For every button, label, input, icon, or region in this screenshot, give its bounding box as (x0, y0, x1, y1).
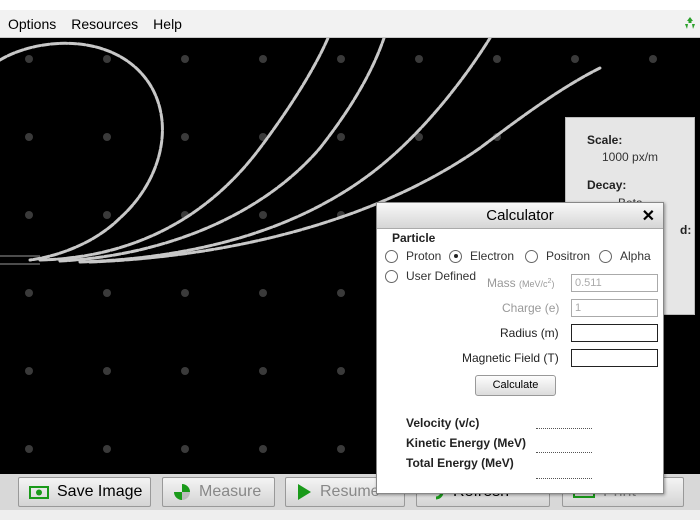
magnetic-field-input[interactable] (571, 349, 658, 367)
velocity-output (536, 425, 592, 429)
menu-options[interactable]: Options (0, 10, 63, 38)
play-icon (298, 484, 311, 500)
grid-dot (259, 55, 267, 63)
grid-dot (103, 133, 111, 141)
radius-input[interactable] (571, 324, 658, 342)
scale-label: Scale: (587, 133, 623, 147)
measure-icon (174, 484, 190, 500)
kinetic-energy-label: Kinetic Energy (MeV) (406, 436, 527, 450)
menu-resources[interactable]: Resources (63, 10, 145, 38)
radio-circle (385, 249, 398, 263)
track-1 (38, 38, 330, 262)
grid-dot (259, 445, 267, 453)
radio-alpha[interactable]: Alpha (599, 249, 651, 263)
grid-dot (25, 445, 33, 453)
radio-proton-label: Proton (406, 249, 442, 263)
grid-dot (25, 367, 33, 375)
partial-label: d: (680, 223, 692, 237)
grid-dot (571, 55, 579, 63)
radio-alpha-label: Alpha (620, 249, 651, 263)
grid-dot (337, 367, 345, 375)
radio-positron-label: Positron (546, 249, 591, 263)
particle-heading: Particle (392, 231, 436, 245)
radio-user-defined-label: User Defined (406, 269, 477, 283)
total-energy-output (536, 475, 592, 479)
save-image-button[interactable]: Save Image (18, 477, 151, 507)
radio-proton[interactable]: Proton (385, 249, 441, 263)
calculator-title: Calculator (486, 207, 554, 224)
scale-value: 1000 px/m (602, 150, 659, 164)
grid-dot (25, 133, 33, 141)
radio-electron[interactable]: Electron (449, 249, 514, 263)
measure-label: Measure (199, 483, 262, 500)
grid-dot (337, 55, 345, 63)
grid-dot (25, 289, 33, 297)
window-top-strip (0, 0, 700, 10)
magnetic-field-label: Magnetic Field (T) (462, 351, 559, 365)
radius-label: Radius (m) (500, 326, 559, 340)
grid-dot (259, 211, 267, 219)
mass-input[interactable] (571, 274, 658, 292)
calculator-dialog: Calculator ✕ Particle Proton Electron Po… (376, 202, 664, 494)
calculate-button[interactable]: Calculate (475, 375, 556, 396)
radio-user-defined[interactable]: User Defined (385, 269, 476, 283)
menu-help[interactable]: Help (145, 10, 189, 38)
grid-dot (103, 445, 111, 453)
track-curl (0, 41, 164, 262)
charge-label: Charge (e) (502, 301, 560, 315)
radio-circle (385, 269, 398, 283)
grid-dot (181, 367, 189, 375)
radio-circle (599, 249, 612, 263)
mass-label: Mass (MeV/c2) (487, 276, 555, 290)
total-energy-label: Total Energy (MeV) (406, 456, 514, 470)
radio-electron-label: Electron (470, 249, 515, 263)
grid-dot (103, 211, 111, 219)
grid-dot (103, 55, 111, 63)
recycle-icon[interactable] (683, 16, 697, 30)
grid-dot (103, 289, 111, 297)
resume-label: Resume (320, 483, 380, 500)
save-image-label: Save Image (57, 483, 143, 500)
window-bottom-strip (0, 510, 700, 520)
radio-positron[interactable]: Positron (525, 249, 590, 263)
menu-bar: Options Resources Help (0, 10, 700, 38)
grid-dot (181, 289, 189, 297)
radio-circle-checked (449, 249, 462, 263)
grid-dot (103, 367, 111, 375)
grid-dot (181, 55, 189, 63)
calculator-titlebar[interactable]: Calculator ✕ (377, 203, 663, 229)
grid-dot (337, 289, 345, 297)
charge-input[interactable] (571, 299, 658, 317)
grid-dot (493, 55, 501, 63)
grid-dot (259, 367, 267, 375)
close-icon[interactable]: ✕ (642, 206, 655, 226)
radio-circle (525, 249, 538, 263)
grid-dot (25, 211, 33, 219)
kinetic-energy-output (536, 449, 592, 453)
grid-dot (25, 55, 33, 63)
grid-dot (259, 289, 267, 297)
grid-dot (337, 133, 345, 141)
grid-dot (181, 133, 189, 141)
grid-dot (415, 55, 423, 63)
decay-label: Decay: (587, 178, 627, 192)
camera-icon (29, 486, 49, 499)
grid-dot (181, 445, 189, 453)
grid-dot (337, 445, 345, 453)
grid-dot (649, 55, 657, 63)
velocity-label: Velocity (v/c) (406, 416, 480, 430)
measure-button[interactable]: Measure (162, 477, 275, 507)
